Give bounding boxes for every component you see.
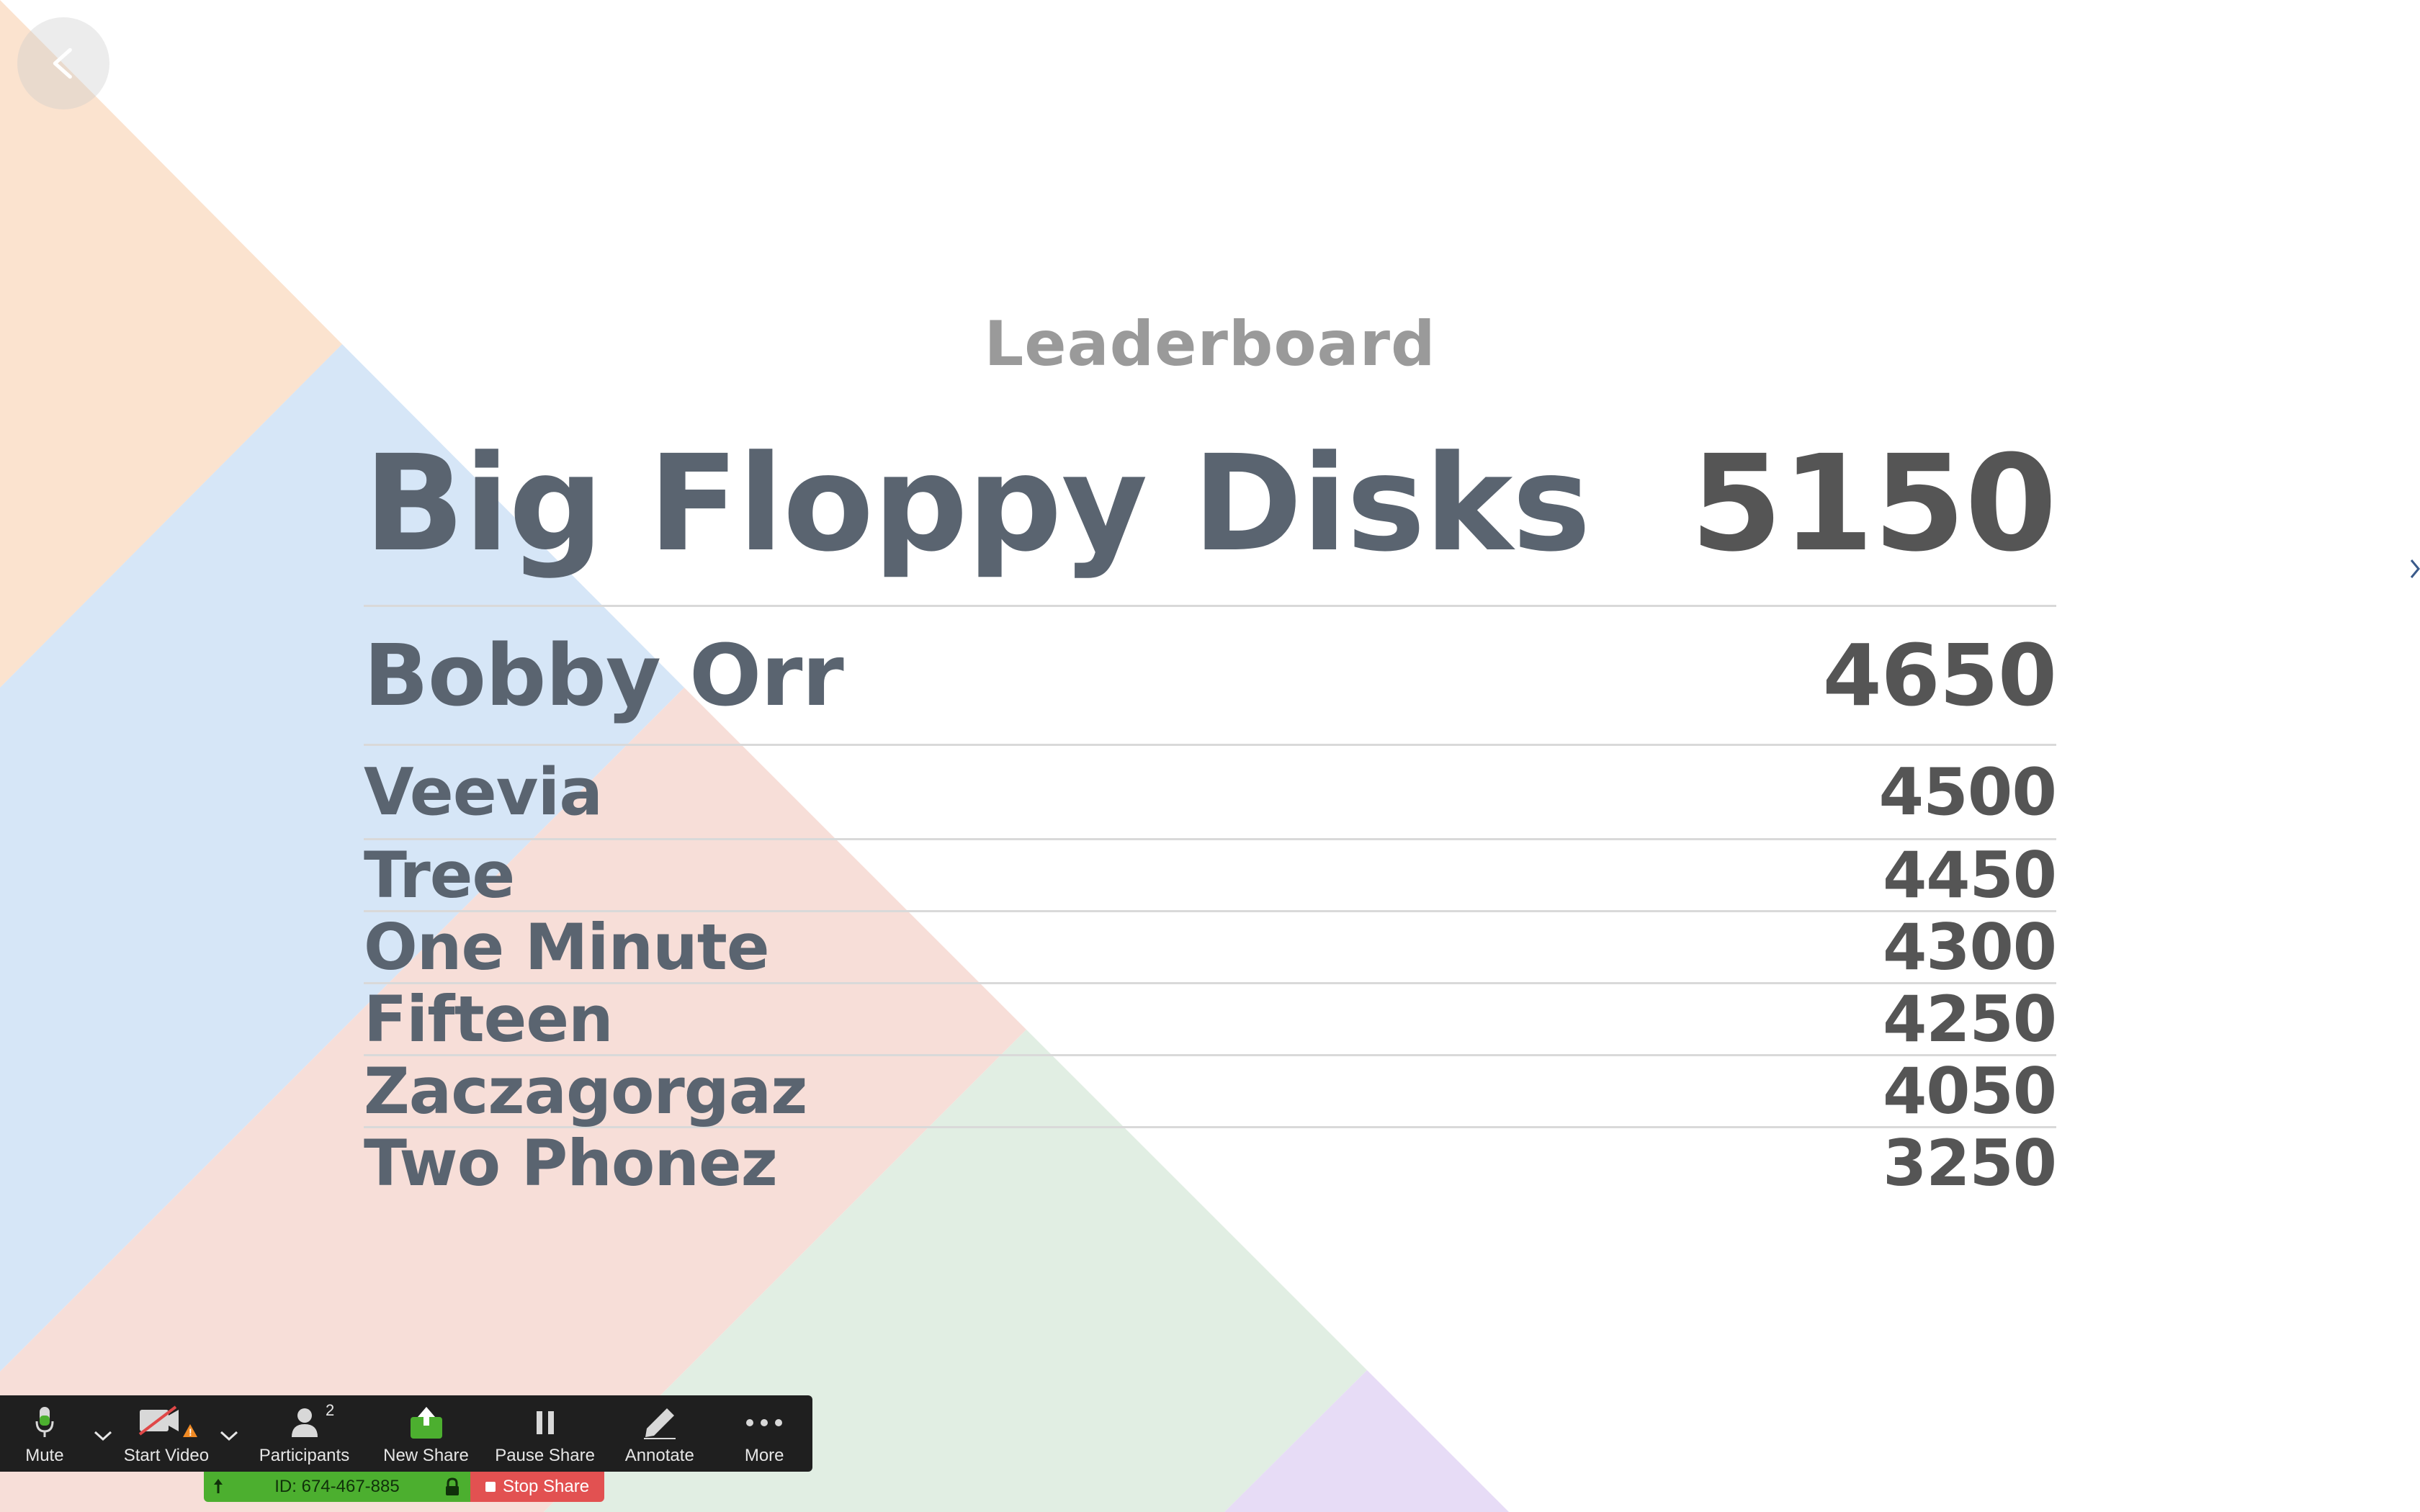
meeting-status-bar: ID: 674-467-885 Stop Share (204, 1472, 604, 1502)
pause-share-button[interactable]: Pause Share (487, 1395, 603, 1472)
svg-text:!: ! (189, 1426, 192, 1438)
team-name: Tree (364, 838, 515, 912)
team-score: 4250 (1883, 982, 2057, 1056)
team-name: Two Phonez (364, 1126, 778, 1200)
team-score: 3250 (1883, 1126, 2057, 1200)
mute-label: Mute (25, 1446, 64, 1465)
new-share-label: New Share (383, 1446, 469, 1465)
team-score: 4650 (1822, 626, 2057, 725)
team-score: 4500 (1878, 754, 2057, 830)
team-name: Fifteen (364, 982, 614, 1056)
pause-icon (536, 1411, 554, 1434)
audio-options-caret[interactable] (89, 1395, 117, 1472)
participants-button[interactable]: 2 Participants (243, 1395, 365, 1472)
lock-icon (445, 1477, 459, 1495)
leaderboard-table: Big Floppy Disks 5150 Bobby Orr 4650 Vee… (364, 403, 2057, 1200)
team-score: 4050 (1883, 1054, 2057, 1128)
leaderboard-row: Zaczagorgaz 4050 (364, 1054, 2057, 1128)
leaderboard-row: Veevia 4500 (364, 746, 2057, 840)
team-score: 4450 (1883, 838, 2057, 912)
annotate-label: Annotate (624, 1446, 694, 1465)
microphone-icon (35, 1407, 54, 1437)
chevron-down-icon (94, 1431, 112, 1441)
leaderboard-title: Leaderboard (984, 308, 1436, 380)
start-video-label: Start Video (123, 1446, 210, 1465)
meeting-id-pill[interactable]: ID: 674-467-885 (204, 1472, 470, 1502)
leaderboard-row: Two Phonez 3250 (364, 1126, 2057, 1200)
stop-icon (485, 1482, 496, 1492)
team-score: 4300 (1883, 910, 2057, 984)
stop-share-label: Stop Share (502, 1477, 590, 1496)
more-button[interactable]: More (716, 1395, 812, 1472)
video-off-icon: ! (138, 1405, 197, 1438)
leaderboard-row: Fifteen 4250 (364, 982, 2057, 1056)
leaderboard-row: Bobby Orr 4650 (364, 607, 2057, 746)
mute-button[interactable]: Mute (0, 1395, 89, 1472)
pause-share-label: Pause Share (495, 1446, 595, 1465)
participants-label: Participants (259, 1446, 350, 1465)
team-score: 5150 (1690, 427, 2057, 581)
more-label: More (744, 1446, 784, 1465)
new-share-button[interactable]: New Share (365, 1395, 487, 1472)
back-button[interactable] (17, 17, 109, 109)
leaderboard-row: Big Floppy Disks 5150 (364, 403, 2057, 607)
leaderboard-row: One Minute 4300 (364, 910, 2057, 984)
pointer-arrow-icon (2410, 559, 2420, 578)
participants-count: 2 (326, 1401, 335, 1419)
team-name: Veevia (364, 754, 603, 830)
pencil-icon (643, 1408, 676, 1439)
start-video-button[interactable]: ! Start Video (117, 1395, 215, 1472)
meeting-id: ID: 674-467-885 (274, 1477, 400, 1496)
leaderboard-row: Tree 4450 (364, 838, 2057, 912)
team-name: Big Floppy Disks (364, 427, 1591, 581)
chevron-down-icon (220, 1431, 238, 1441)
arrow-up-left-icon (214, 1479, 223, 1493)
share-upload-icon (410, 1407, 442, 1439)
team-name: One Minute (364, 910, 770, 984)
meeting-toolbar: Mute ! Start Video 2 Participants New Sh… (0, 1395, 812, 1472)
more-dots-icon (746, 1419, 783, 1426)
stop-share-button[interactable]: Stop Share (470, 1472, 604, 1502)
team-name: Zaczagorgaz (364, 1054, 807, 1128)
video-options-caret[interactable] (215, 1395, 243, 1472)
chevron-left-icon (53, 48, 72, 79)
annotate-button[interactable]: Annotate (603, 1395, 716, 1472)
team-name: Bobby Orr (364, 626, 844, 725)
participants-icon (291, 1408, 318, 1437)
